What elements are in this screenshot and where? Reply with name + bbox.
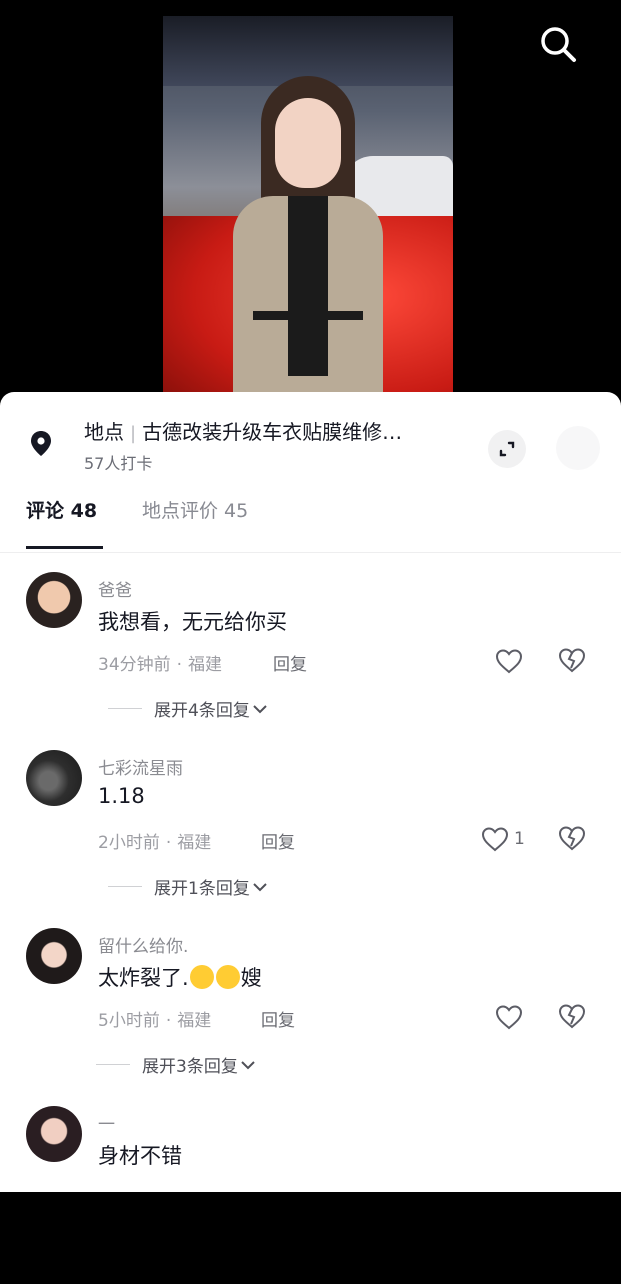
- faded-avatar: [556, 426, 600, 470]
- face: [275, 98, 341, 188]
- comment-text: 太炸裂了. 嫂: [98, 962, 262, 992]
- avatar[interactable]: [26, 1106, 82, 1162]
- meta-dot: ·: [176, 655, 183, 675]
- location-pin-icon: [31, 431, 51, 456]
- comment-text: 1.18: [98, 784, 145, 808]
- expand-replies[interactable]: 展开1条回复: [108, 874, 270, 899]
- broken-heart-icon: [558, 826, 586, 851]
- belt: [253, 311, 363, 320]
- heart-icon: [495, 1005, 523, 1030]
- location-name: 古德改装升级车衣贴膜维修…: [142, 420, 403, 444]
- comment-meta: 34分钟前 · 福建: [98, 650, 222, 675]
- tab-bar: 评论 48 地点评价 45: [0, 484, 621, 553]
- heart-icon: [495, 649, 523, 674]
- chevron-down-icon: [253, 704, 267, 713]
- comment-region: 福建: [177, 1011, 212, 1031]
- laughing-tears-emoji: [189, 965, 214, 989]
- dislike-button[interactable]: [556, 646, 588, 676]
- comment-meta: 5小时前 · 福建: [98, 1006, 211, 1031]
- like-button[interactable]: 1: [480, 824, 525, 854]
- comment-region: 福建: [177, 833, 212, 853]
- comment-text: 身材不错: [98, 1144, 182, 1168]
- comment-author[interactable]: 七彩流星雨: [98, 754, 183, 779]
- expand-replies-label: 展开1条回复: [154, 879, 250, 899]
- comment-author[interactable]: 留什么给你.: [98, 932, 188, 957]
- video-thumbnail[interactable]: [163, 16, 453, 396]
- dislike-button[interactable]: [556, 1002, 588, 1032]
- reply-button[interactable]: 回复: [273, 650, 307, 675]
- location-header[interactable]: 地点 | 古德改装升级车衣贴膜维修… 57人打卡: [26, 410, 600, 473]
- like-count: 1: [514, 829, 525, 849]
- expand-button[interactable]: [488, 430, 526, 468]
- woman-figure: [233, 76, 383, 396]
- reply-button[interactable]: 回复: [261, 1006, 295, 1031]
- avatar[interactable]: [26, 750, 82, 806]
- comment-region: 福建: [188, 655, 223, 675]
- like-button[interactable]: [494, 1002, 528, 1032]
- expand-replies[interactable]: 展开4条回复: [108, 696, 270, 721]
- checkin-count: 57人打卡: [84, 454, 153, 473]
- divider-line: [108, 708, 142, 709]
- search-button[interactable]: [536, 22, 580, 66]
- reply-button[interactable]: 回复: [261, 828, 295, 853]
- dislike-button[interactable]: [556, 824, 588, 854]
- expand-replies-label: 展开3条回复: [142, 1057, 238, 1077]
- broken-heart-icon: [558, 648, 586, 673]
- expand-replies[interactable]: 展开3条回复: [96, 1052, 258, 1077]
- avatar[interactable]: [26, 928, 82, 984]
- broken-heart-icon: [558, 1004, 586, 1029]
- comment-author[interactable]: 爸爸: [98, 576, 132, 601]
- avatar[interactable]: [26, 572, 82, 628]
- video-area[interactable]: [0, 0, 621, 400]
- comment-item: 一 身材不错: [0, 1106, 621, 1284]
- comment-text-part: 太炸裂了.: [98, 966, 189, 990]
- expand-replies-label: 展开4条回复: [154, 701, 250, 721]
- tab-place-reviews[interactable]: 地点评价 45: [142, 496, 248, 523]
- location-title[interactable]: 地点 | 古德改装升级车衣贴膜维修…: [84, 416, 402, 445]
- comment-time: 34分钟前: [98, 655, 171, 675]
- expand-icon: [499, 441, 515, 457]
- meta-dot: ·: [165, 1011, 172, 1031]
- comments-sheet: 地点 | 古德改装升级车衣贴膜维修… 57人打卡 评论 48 地点评价 45 爸爸 …: [0, 392, 621, 1192]
- comment-item: 七彩流星雨 1.18 2小时前 · 福建 回复 1 展开1条回复: [0, 750, 621, 928]
- title-separator: |: [130, 423, 137, 444]
- heart-icon: [481, 827, 509, 852]
- chevron-down-icon: [253, 882, 267, 891]
- comment-time: 5小时前: [98, 1011, 160, 1031]
- inner-top: [288, 196, 328, 376]
- divider-line: [108, 886, 142, 887]
- active-tab-indicator: [26, 546, 103, 549]
- comment-time: 2小时前: [98, 833, 160, 853]
- divider-line: [96, 1064, 130, 1065]
- comment-item: 爸爸 我想看，无元给你买 34分钟前 · 福建 回复 展开4条回复: [0, 572, 621, 750]
- comment-text: 我想看，无元给你买: [98, 610, 287, 634]
- location-prefix: 地点: [84, 420, 124, 444]
- meta-dot: ·: [165, 833, 172, 853]
- search-icon: [541, 27, 576, 62]
- comment-text-part: 嫂: [240, 966, 262, 990]
- tab-comments[interactable]: 评论 48: [26, 496, 97, 523]
- comment-author[interactable]: 一: [98, 1110, 115, 1135]
- comment-meta: 2小时前 · 福建: [98, 828, 211, 853]
- comment-item: 留什么给你. 太炸裂了. 嫂 5小时前 · 福建 回复 展开3条回复: [0, 928, 621, 1106]
- chevron-down-icon: [241, 1060, 255, 1069]
- laughing-tears-emoji: [215, 965, 240, 989]
- like-button[interactable]: [494, 646, 528, 676]
